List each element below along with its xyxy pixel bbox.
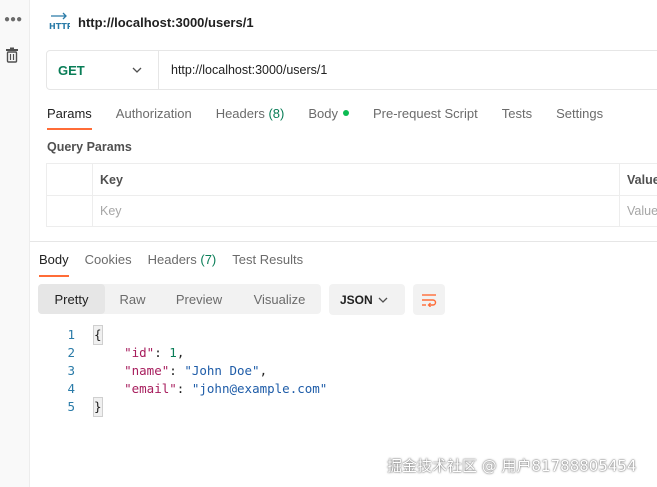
close-brace: } <box>93 397 103 417</box>
request-title[interactable]: http://localhost:3000/users/1 <box>78 15 254 30</box>
format-select[interactable]: JSON <box>329 284 405 315</box>
json-key: "name" <box>124 363 170 378</box>
param-key-input[interactable]: Key <box>93 196 620 226</box>
tab-cookies[interactable]: Cookies <box>85 252 132 277</box>
json-value: 1 <box>169 345 177 360</box>
chevron-down-icon <box>378 297 388 303</box>
trash-icon[interactable] <box>3 46 21 64</box>
tab-body[interactable]: Body <box>308 106 349 130</box>
checkbox-column <box>47 164 93 195</box>
tab-settings[interactable]: Settings <box>556 106 603 130</box>
param-value-input[interactable]: Value <box>620 196 657 226</box>
url-input[interactable]: http://localhost:3000/users/1 <box>159 63 327 77</box>
method-label: GET <box>58 62 85 78</box>
json-key: "email" <box>124 381 177 396</box>
table-row: Key Value <box>47 195 657 226</box>
code-line: 1 { <box>50 325 327 345</box>
line-number: 5 <box>67 399 75 414</box>
code-line: 4 "email": "john@example.com" <box>50 380 327 398</box>
line-number: 3 <box>67 363 75 378</box>
chevron-down-icon <box>132 67 142 73</box>
value-column-header: Value <box>627 172 657 187</box>
code-line: 5 } <box>50 397 327 417</box>
method-select[interactable]: GET <box>47 51 159 89</box>
response-headers-count: (7) <box>200 252 217 267</box>
line-number: 1 <box>67 327 75 342</box>
json-value: "John Doe" <box>184 363 260 378</box>
headers-count: (8) <box>268 106 285 121</box>
url-bar: GET http://localhost:3000/users/1 <box>46 50 657 90</box>
tab-test-results[interactable]: Test Results <box>232 252 303 277</box>
json-value: "john@example.com" <box>191 381 328 396</box>
open-brace: { <box>93 325 103 345</box>
code-line: 2 "id": 1, <box>50 344 327 362</box>
preview-button[interactable]: Preview <box>160 284 238 314</box>
tab-pre-request-script[interactable]: Pre-request Script <box>373 106 478 130</box>
response-tabs: Body Cookies Headers (7) Test Results <box>39 252 319 277</box>
json-key: "id" <box>124 345 155 360</box>
http-request-icon: HTTP <box>49 12 70 31</box>
wrap-lines-icon <box>422 293 437 307</box>
line-number: 4 <box>67 381 75 396</box>
pretty-button[interactable]: Pretty <box>38 284 105 314</box>
tab-response-headers[interactable]: Headers (7) <box>148 252 217 277</box>
tab-headers[interactable]: Headers (8) <box>216 106 285 130</box>
tab-response-body[interactable]: Body <box>39 252 69 277</box>
code-line: 3 "name": "John Doe", <box>50 362 327 380</box>
response-body-code[interactable]: 1 { 2 "id": 1, 3 "name": "John Doe", 4 "… <box>50 325 327 417</box>
raw-button[interactable]: Raw <box>105 284 160 314</box>
watermark: 掘金技术社区 @ 用户81788805454 <box>387 457 637 475</box>
query-params-title: Query Params <box>47 140 132 154</box>
wrap-lines-button[interactable] <box>413 284 445 315</box>
body-status-dot <box>342 110 349 116</box>
row-checkbox-cell <box>47 196 93 226</box>
key-column-header: Key <box>93 164 620 195</box>
request-title-bar: HTTP http://localhost:3000/users/1 <box>48 10 254 34</box>
table-header-row: Key Value <box>47 164 657 195</box>
tab-params[interactable]: Params <box>47 106 92 130</box>
format-label: JSON <box>340 292 373 307</box>
request-tabs: Params Authorization Headers (8) Body Pr… <box>47 106 627 130</box>
pane-divider[interactable] <box>30 241 657 242</box>
left-rail: ●●● <box>0 0 30 487</box>
svg-text:HTTP: HTTP <box>49 22 70 31</box>
ellipsis-icon[interactable]: ●●● <box>4 14 22 25</box>
visualize-button[interactable]: Visualize <box>238 284 321 314</box>
view-mode-group: Pretty Raw Preview Visualize <box>38 284 321 314</box>
tab-tests[interactable]: Tests <box>502 106 532 130</box>
query-params-table: Key Value Key Value <box>46 163 657 227</box>
tab-authorization[interactable]: Authorization <box>116 106 192 130</box>
line-number: 2 <box>67 345 75 360</box>
